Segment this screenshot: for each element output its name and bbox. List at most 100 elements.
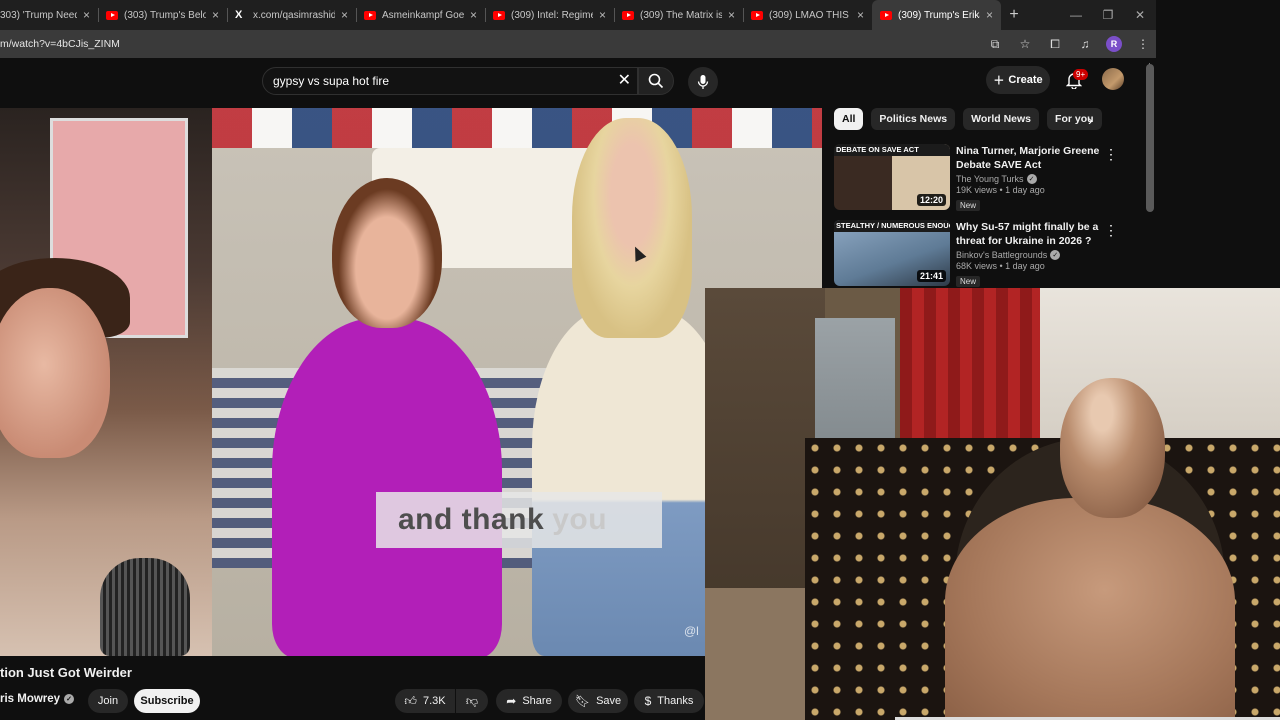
video-duration: 21:41 xyxy=(916,270,946,282)
user-avatar[interactable] xyxy=(1102,68,1124,90)
youtube-icon xyxy=(106,10,118,20)
verified-badge-icon: ✓ xyxy=(1026,174,1037,184)
recommended-title[interactable]: Nina Turner, Marjorie Greene Debate SAVE… xyxy=(956,144,1106,172)
browser-tab[interactable]: (309) Intel: Regime C × xyxy=(485,0,614,30)
youtube-icon xyxy=(493,10,505,20)
chip-politics-news[interactable]: Politics News xyxy=(871,108,956,130)
tab-close-icon[interactable]: × xyxy=(212,8,219,22)
page-margin xyxy=(1156,0,1280,290)
tab-title: (309) LMAO THIS IS C xyxy=(769,9,851,21)
media-controls-icon[interactable]: ♫ xyxy=(1076,35,1094,53)
person-head xyxy=(1060,378,1165,518)
x-icon: X xyxy=(235,9,243,21)
youtube-icon xyxy=(622,10,634,20)
video-info: Nina Turner, Marjorie Greene Debate SAVE… xyxy=(956,144,1106,213)
window-close-icon[interactable]: ✕ xyxy=(1124,0,1156,30)
more-options-icon[interactable]: ⋮ xyxy=(1104,222,1118,239)
create-label: Create xyxy=(1008,74,1043,86)
like-button[interactable]: 👍︎ 7.3K xyxy=(395,689,455,713)
reactor-webcam-overlay xyxy=(705,288,1280,720)
tab-close-icon[interactable]: × xyxy=(470,8,477,22)
clear-search-icon[interactable]: ✕ xyxy=(618,70,631,90)
plus-icon: ＋ xyxy=(993,75,1005,87)
tab-title: 303) 'Trump Needs t xyxy=(0,9,77,21)
tab-close-icon[interactable]: × xyxy=(341,8,348,22)
youtube-header: gypsy vs supa hot fire ✕ ＋ Create 9+ xyxy=(0,58,1156,106)
profile-avatar[interactable]: R xyxy=(1106,36,1122,52)
minimize-icon[interactable]: — xyxy=(1060,0,1092,30)
chip-all[interactable]: All xyxy=(834,108,864,130)
subtitle-text-upcoming: you xyxy=(552,503,608,536)
join-button[interactable]: Join xyxy=(88,689,128,713)
filter-chip-bar: All Politics News World News For you xyxy=(834,108,1102,130)
maximize-icon[interactable]: ❐ xyxy=(1092,0,1124,30)
chip-for-you[interactable]: For you xyxy=(1047,108,1102,130)
search-query: gypsy vs supa hot fire xyxy=(273,74,390,88)
thanks-button[interactable]: $ Thanks xyxy=(634,689,704,713)
extensions-icon[interactable]: ⧠ xyxy=(1046,35,1064,53)
chip-world-news[interactable]: World News xyxy=(963,108,1040,130)
create-button[interactable]: ＋ Create xyxy=(986,66,1050,94)
new-badge: New xyxy=(956,200,981,211)
voice-search-button[interactable] xyxy=(688,67,718,97)
install-app-icon[interactable]: ⧉ xyxy=(986,35,1004,53)
person-body xyxy=(272,318,502,656)
browser-tab-active[interactable]: (309) Trump's Erika K × xyxy=(872,0,1001,30)
video-watermark: @l xyxy=(684,624,699,638)
microphone-icon xyxy=(697,75,709,89)
like-count: 7.3K xyxy=(422,695,446,707)
bookmark-star-icon[interactable]: ☆ xyxy=(1016,35,1034,53)
browser-tab[interactable]: 303) 'Trump Needs t × xyxy=(0,0,98,30)
video-duration: 12:20 xyxy=(916,194,946,206)
video-thumbnail[interactable]: DEBATE ON SAVE ACT 12:20 xyxy=(834,144,950,210)
recommended-channel[interactable]: Binkov's Battlegrounds ✓ xyxy=(956,250,1106,260)
browser-menu-icon[interactable]: ⋮ xyxy=(1134,35,1152,53)
recommended-meta: 68K views • 1 day ago xyxy=(956,261,1045,271)
channel-label: The Young Turks xyxy=(956,174,1024,184)
recommended-meta: 19K views • 1 day ago xyxy=(956,185,1045,195)
youtube-icon xyxy=(751,10,763,20)
screen: 303) 'Trump Needs t × (303) Trump's Belo… xyxy=(0,0,1280,720)
super-thanks-icon: $ xyxy=(644,694,652,708)
video-player[interactable] xyxy=(0,108,822,656)
person-head xyxy=(572,118,692,338)
search-button[interactable] xyxy=(638,67,674,95)
share-button[interactable]: ➦ Share xyxy=(496,689,562,713)
person-with-blonde-hair xyxy=(512,108,732,656)
tab-close-icon[interactable]: × xyxy=(83,8,90,22)
person-body xyxy=(945,498,1235,720)
browser-tab-strip: 303) 'Trump Needs t × (303) Trump's Belo… xyxy=(0,0,1156,30)
browser-tab[interactable]: X x.com/qasimrashid/st × xyxy=(227,0,356,30)
dislike-button[interactable]: 👎︎ xyxy=(456,689,488,713)
tab-close-icon[interactable]: × xyxy=(728,8,735,22)
tab-close-icon[interactable]: × xyxy=(986,8,993,22)
recommended-channel[interactable]: The Young Turks ✓ xyxy=(956,174,1106,184)
video-thumbnail[interactable]: STEALTHY / NUMEROUS ENOUGH? 21:41 xyxy=(834,220,950,286)
url-field[interactable]: m/watch?v=4bCJis_ZINM xyxy=(0,38,120,50)
person-in-magenta-dress xyxy=(252,178,512,656)
tab-close-icon[interactable]: × xyxy=(857,8,864,22)
tab-close-icon[interactable]: × xyxy=(599,8,606,22)
video-subtitle: and thank you xyxy=(376,492,662,548)
more-options-icon[interactable]: ⋮ xyxy=(1104,146,1118,163)
thumbs-down-icon: 👎︎ xyxy=(465,693,479,708)
search-input[interactable]: gypsy vs supa hot fire ✕ xyxy=(262,67,638,95)
chevron-right-icon[interactable]: › xyxy=(1088,112,1093,128)
recommended-video[interactable]: DEBATE ON SAVE ACT 12:20 Nina Turner, Ma… xyxy=(834,144,1144,212)
page-scrollbar[interactable] xyxy=(1146,64,1154,212)
browser-tab[interactable]: (303) Trump's Belove × xyxy=(98,0,227,30)
browser-tab[interactable]: (309) The Matrix is a × xyxy=(614,0,743,30)
recommended-title[interactable]: Why Su-57 might finally be a threat for … xyxy=(956,220,1106,248)
tab-title: x.com/qasimrashid/st xyxy=(253,9,335,21)
tab-title: (309) The Matrix is a xyxy=(640,9,722,21)
subscribe-button[interactable]: Subscribe xyxy=(134,689,200,713)
save-button[interactable]: 🔖︎ Save xyxy=(568,689,628,713)
browser-tab[interactable]: Asmeinkampf Goes C × xyxy=(356,0,485,30)
thumbs-up-icon: 👍︎ xyxy=(404,693,417,708)
youtube-icon xyxy=(364,10,376,20)
tab-title: (303) Trump's Belove xyxy=(124,9,206,21)
recommended-video[interactable]: STEALTHY / NUMEROUS ENOUGH? 21:41 Why Su… xyxy=(834,220,1144,288)
browser-tab[interactable]: (309) LMAO THIS IS C × xyxy=(743,0,872,30)
channel-name[interactable]: ris Mowrey ✓ xyxy=(0,693,75,705)
new-tab-button[interactable]: + xyxy=(1001,6,1027,24)
